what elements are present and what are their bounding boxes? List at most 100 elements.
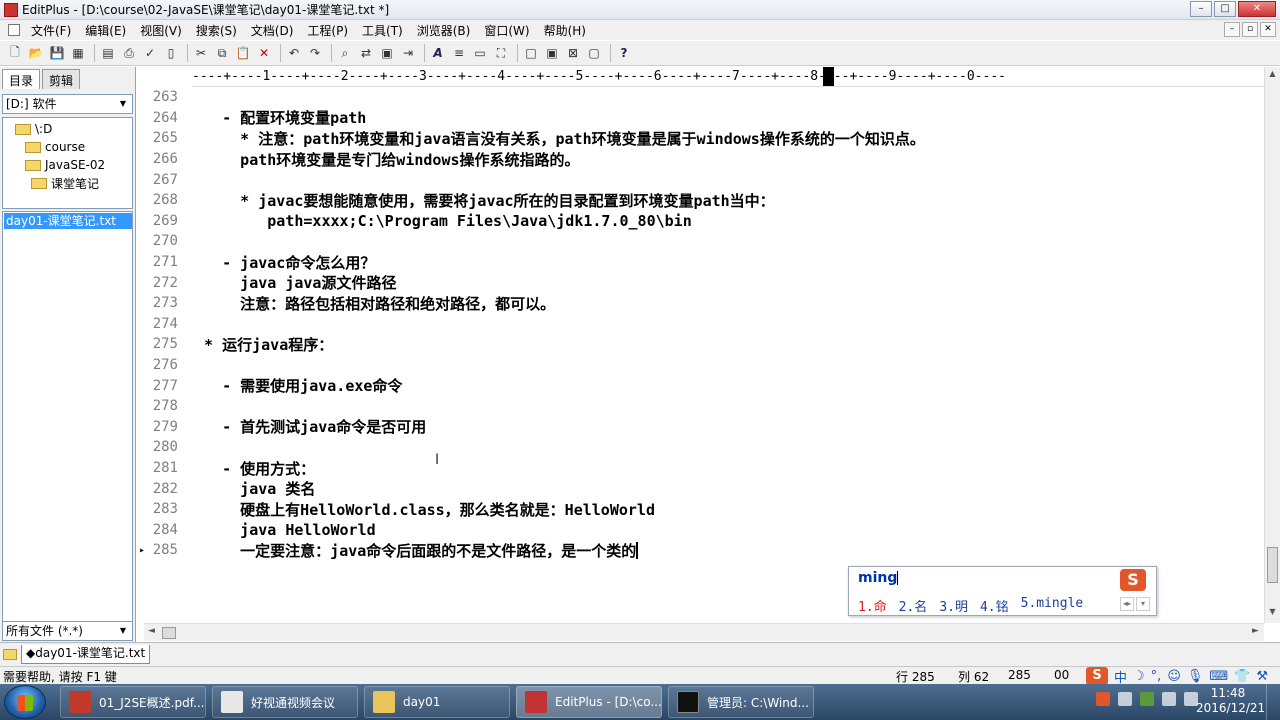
editor-line[interactable]: 270: [138, 231, 186, 252]
ime-candidate[interactable]: 5.mingle: [1021, 596, 1084, 615]
punctuation-icon[interactable]: °,: [1151, 669, 1162, 684]
doc-restore-button[interactable]: ▫: [1242, 22, 1258, 37]
toggle-icon[interactable]: ▯: [162, 44, 180, 62]
document-tab[interactable]: ◆day01-课堂笔记.txt: [21, 645, 151, 664]
moon-icon[interactable]: ☽: [1133, 669, 1145, 684]
line-text[interactable]: path=xxxx;C:\Program Files\Java\jdk1.7.0…: [186, 212, 691, 230]
editor-line[interactable]: 265 * 注意：path环境变量和java语言没有关系，path环境变量是属于…: [138, 128, 925, 149]
menu-search[interactable]: 搜索(S): [189, 22, 244, 39]
minimize-button[interactable]: –: [1190, 1, 1212, 17]
editor-line[interactable]: 268 * javac要想能随意使用，需要将javac所在的目录配置到环境变量p…: [138, 190, 775, 211]
tools-icon[interactable]: ⚒: [1256, 669, 1268, 684]
open-folder-icon[interactable]: 📂: [27, 44, 45, 62]
editor-line[interactable]: 272 java java源文件路径: [138, 272, 397, 293]
clipboard-icon[interactable]: ⊠: [564, 44, 582, 62]
line-text[interactable]: * javac要想能随意使用，需要将javac所在的目录配置到环境变量path当…: [186, 190, 775, 211]
network-icon[interactable]: [1162, 692, 1176, 706]
ime-candidate[interactable]: 1.命: [858, 596, 887, 615]
keyboard-tray-icon[interactable]: [1118, 692, 1132, 706]
line-text[interactable]: java java源文件路径: [186, 272, 396, 293]
save-all-icon[interactable]: ▦: [69, 44, 87, 62]
ime-prev-page-icon[interactable]: ◂▸: [1120, 597, 1134, 611]
ime-candidate[interactable]: 3.明: [939, 596, 968, 615]
spell-check-icon[interactable]: ✓: [141, 44, 159, 62]
editor-line[interactable]: 273 注意：路径包括相对路径和绝对路径，都可以。: [138, 293, 555, 314]
tree-item-drive[interactable]: \:D: [15, 120, 52, 138]
tab-directory[interactable]: 目录: [2, 69, 41, 89]
tab-cliptext[interactable]: 剪辑: [42, 69, 81, 89]
flag-tray-icon[interactable]: [1140, 692, 1154, 706]
tree-item-course[interactable]: course: [25, 138, 85, 156]
ime-candidate[interactable]: 4.铭: [980, 596, 1009, 615]
skin-icon[interactable]: 👕: [1234, 669, 1250, 684]
menu-window[interactable]: 窗口(W): [477, 22, 536, 39]
menu-file[interactable]: 文件(F): [24, 22, 78, 39]
vertical-scrollbar[interactable]: ▲ ▼: [1264, 67, 1280, 623]
fullscreen-icon[interactable]: ⛶: [492, 44, 510, 62]
editor-line[interactable]: 274: [138, 314, 186, 335]
taskbar-item-editplus[interactable]: EditPlus - [D:\co...: [516, 686, 662, 718]
editor-line[interactable]: 278: [138, 396, 186, 417]
maximize-button[interactable]: □: [1214, 1, 1236, 17]
emoji-icon[interactable]: ☺: [1167, 669, 1181, 684]
editor-line[interactable]: 264 - 配置环境变量path: [138, 107, 367, 129]
editor-line[interactable]: 283 硬盘上有HelloWorld.class，那么类名就是：HelloWor…: [138, 499, 655, 520]
line-text[interactable]: * 注意：path环境变量和java语言没有关系，path环境变量是属于wind…: [186, 128, 925, 149]
undo-icon[interactable]: ↶: [285, 44, 303, 62]
taskbar-item-cmd[interactable]: 管理员: C:\Wind...: [668, 686, 814, 718]
system-clock[interactable]: 11:48 2016/12/21: [1196, 686, 1265, 716]
scrollbar-thumb[interactable]: [162, 627, 176, 639]
doc-close-button[interactable]: ✕: [1260, 22, 1276, 37]
editor-line[interactable]: 277 - 需要使用java.exe命令: [138, 375, 403, 396]
menu-view[interactable]: 视图(V): [133, 22, 189, 39]
find-in-files-icon[interactable]: ▣: [378, 44, 396, 62]
editor-line[interactable]: 271 - javac命令怎么用？: [138, 252, 376, 273]
editor-line[interactable]: 279 - 首先测试java命令是否可用: [138, 416, 427, 438]
line-text[interactable]: - 首先测试java命令是否可用: [186, 416, 426, 437]
taskbar-item-folder[interactable]: day01: [364, 686, 510, 718]
word-wrap-icon[interactable]: ≡: [450, 44, 468, 62]
redo-icon[interactable]: ↷: [306, 44, 324, 62]
ime-candidate[interactable]: 2.名: [899, 596, 928, 615]
sogou-logo-icon[interactable]: S: [1086, 667, 1108, 685]
line-text[interactable]: 硬盘上有HelloWorld.class，那么类名就是：HelloWorld: [186, 499, 655, 520]
editor-line[interactable]: 285 一定要注意：java命令后面跟的不是文件路径，是一个类的 ▸: [138, 540, 639, 561]
browser-icon[interactable]: □: [522, 44, 540, 62]
sogou-tray-icon[interactable]: [1096, 692, 1110, 706]
tree-item-notes[interactable]: 课堂笔记: [31, 174, 99, 192]
drive-select[interactable]: [D:] 软件 ▼: [2, 94, 133, 114]
line-text[interactable]: - javac命令怎么用？: [186, 252, 375, 273]
font-icon[interactable]: A: [429, 44, 447, 62]
editor-line[interactable]: 267: [138, 169, 186, 190]
replace-icon[interactable]: ⇄: [357, 44, 375, 62]
ruler-icon[interactable]: ▭: [471, 44, 489, 62]
microphone-icon[interactable]: 🎙: [1187, 669, 1204, 684]
scrollbar-thumb[interactable]: [1267, 547, 1278, 583]
document-icon[interactable]: [8, 24, 20, 36]
close-button[interactable]: ✕: [1238, 1, 1276, 17]
show-desktop-button[interactable]: [1266, 684, 1280, 720]
find-icon[interactable]: ⌕: [336, 44, 354, 62]
new-file-icon[interactable]: 🗋: [6, 44, 24, 62]
scroll-up-icon[interactable]: ▲: [1267, 69, 1278, 81]
line-text[interactable]: 一定要注意：java命令后面跟的不是文件路径，是一个类的: [186, 540, 636, 561]
line-text[interactable]: * 运行java程序：: [186, 334, 333, 355]
menu-browser[interactable]: 浏览器(B): [410, 22, 478, 39]
paste-icon[interactable]: 📋: [234, 44, 252, 62]
editor-line[interactable]: 282 java 类名: [138, 478, 316, 499]
scroll-right-icon[interactable]: ►: [1252, 626, 1259, 636]
line-text[interactable]: java 类名: [186, 478, 315, 499]
line-text[interactable]: path环境变量是专门给windows操作系统指路的。: [186, 149, 579, 170]
window-icon[interactable]: ▢: [585, 44, 603, 62]
editor-line[interactable]: 266 path环境变量是专门给windows操作系统指路的。: [138, 149, 580, 170]
print-icon[interactable]: ⎙: [120, 44, 138, 62]
help-icon[interactable]: ?: [615, 44, 633, 62]
delete-icon[interactable]: ✕: [255, 44, 273, 62]
editor-line[interactable]: 284 java HelloWorld: [138, 520, 376, 541]
ime-mode-indicator[interactable]: 中: [1114, 667, 1127, 686]
editor-line[interactable]: 280: [138, 437, 186, 458]
taskbar-item-pdf[interactable]: 01_J2SE概述.pdf...: [60, 686, 206, 718]
menu-document[interactable]: 文档(D): [244, 22, 301, 39]
line-text[interactable]: - 配置环境变量path: [186, 107, 366, 128]
horizontal-scrollbar[interactable]: ◄ ►: [144, 623, 1264, 641]
